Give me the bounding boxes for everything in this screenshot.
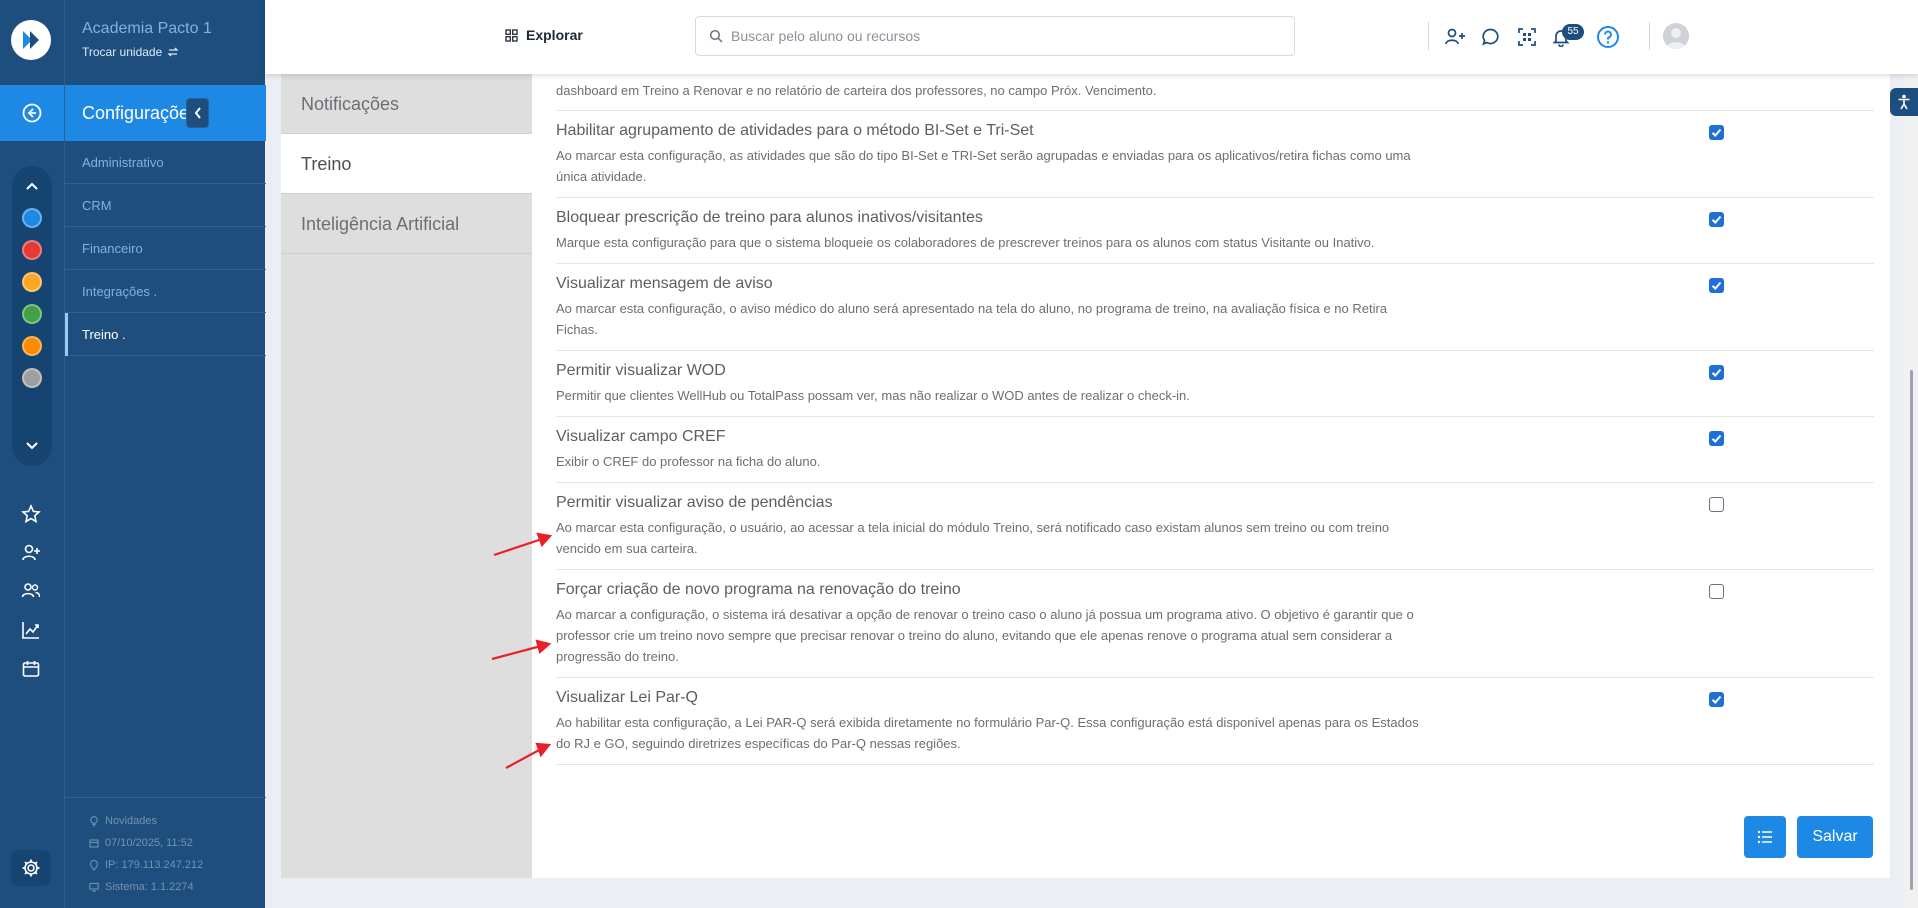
annotation-arrows [491, 532, 553, 769]
annotation-arrow [493, 532, 553, 557]
annotation-arrow [491, 639, 552, 661]
annotation-arrow [505, 742, 552, 769]
